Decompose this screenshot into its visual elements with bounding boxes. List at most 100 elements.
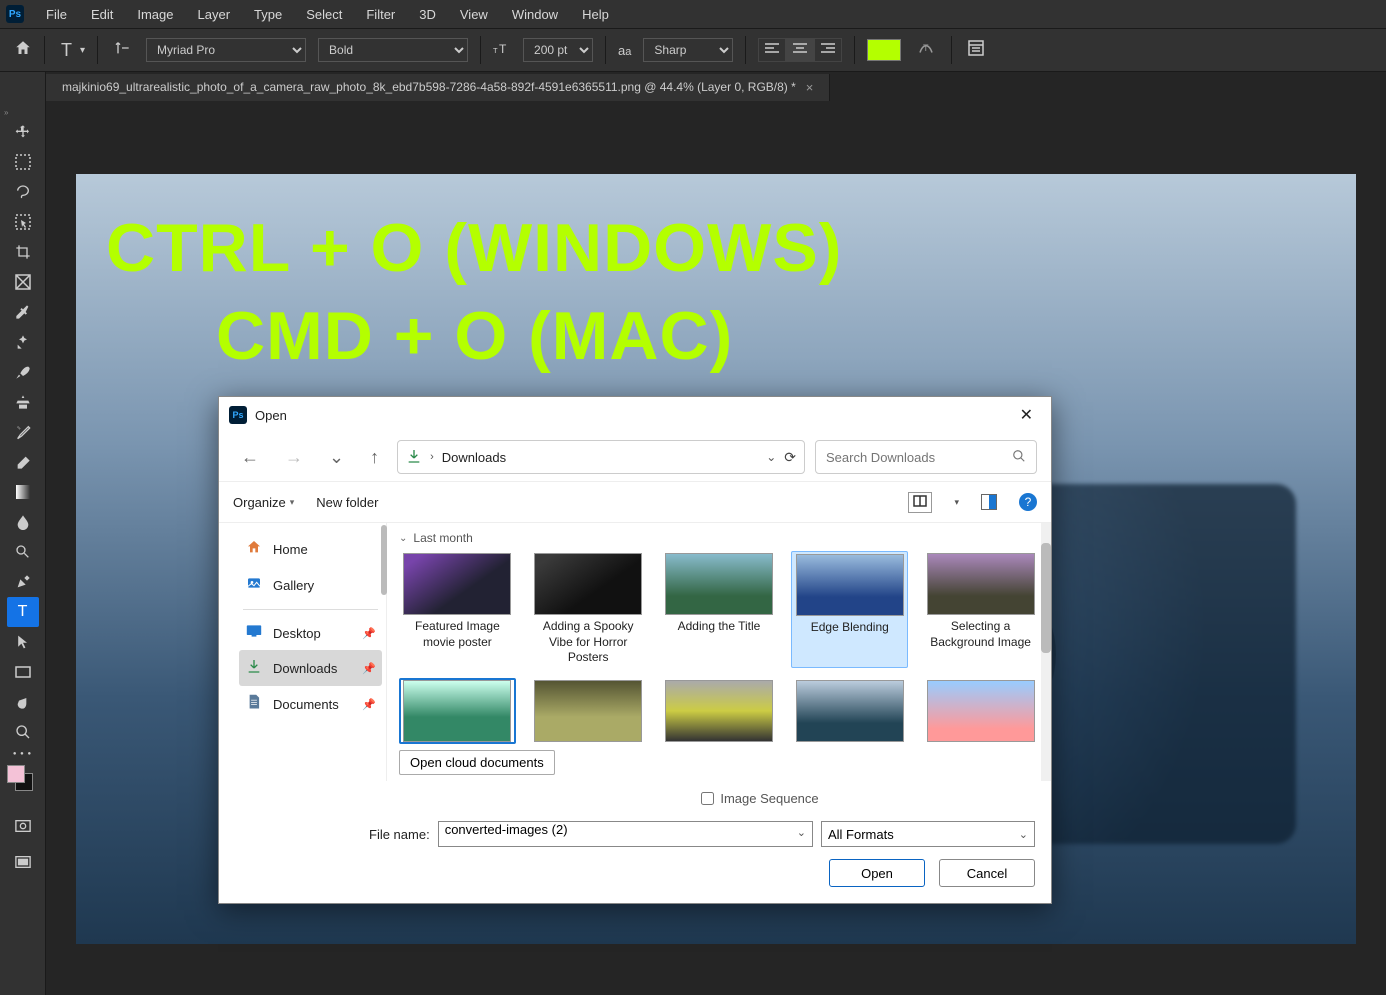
file-item[interactable]: Adding a Spooky Vibe for Horror Posters bbox=[530, 551, 647, 668]
lasso-tool[interactable] bbox=[7, 177, 39, 207]
align-left-button[interactable] bbox=[758, 38, 786, 62]
toolbar-handle-icon[interactable]: » bbox=[4, 108, 8, 117]
pin-icon[interactable]: 📌 bbox=[362, 698, 376, 711]
dialog-close-button[interactable]: ✕ bbox=[1012, 401, 1041, 429]
dialog-titlebar: Ps Open ✕ bbox=[219, 397, 1051, 433]
chevron-down-icon[interactable]: ▾ bbox=[80, 45, 85, 56]
file-item[interactable]: Selecting a Background Image bbox=[922, 551, 1039, 668]
file-item-focused[interactable] bbox=[399, 678, 516, 744]
gradient-tool[interactable] bbox=[7, 477, 39, 507]
preview-pane-button[interactable] bbox=[981, 494, 997, 510]
view-mode-button[interactable] bbox=[908, 492, 932, 513]
file-item[interactable]: Featured Image movie poster bbox=[399, 551, 516, 668]
help-button[interactable]: ? bbox=[1019, 493, 1037, 511]
marquee-tool[interactable] bbox=[7, 147, 39, 177]
breadcrumb-downloads[interactable]: Downloads bbox=[442, 450, 506, 465]
file-item[interactable] bbox=[922, 678, 1039, 744]
close-tab-icon[interactable]: × bbox=[806, 80, 814, 95]
menu-layer[interactable]: Layer bbox=[186, 3, 243, 26]
file-item[interactable]: Adding the Title bbox=[661, 551, 778, 668]
file-item-selected[interactable]: Edge Blending bbox=[791, 551, 908, 668]
menu-view[interactable]: View bbox=[448, 3, 500, 26]
healing-brush-tool[interactable] bbox=[7, 327, 39, 357]
cancel-button[interactable]: Cancel bbox=[939, 859, 1035, 887]
text-color-swatch[interactable] bbox=[867, 39, 901, 61]
search-box[interactable] bbox=[815, 440, 1037, 474]
align-center-button[interactable] bbox=[786, 38, 814, 62]
rectangle-tool[interactable] bbox=[7, 657, 39, 687]
sidebar-item-documents[interactable]: Documents 📌 bbox=[239, 686, 382, 722]
refresh-icon[interactable]: ⟳ bbox=[784, 449, 796, 466]
path-selection-tool[interactable] bbox=[7, 627, 39, 657]
font-size-select[interactable]: 200 pt bbox=[523, 38, 593, 62]
home-icon[interactable] bbox=[14, 39, 32, 62]
font-style-select[interactable]: Bold bbox=[318, 38, 468, 62]
file-formats-select[interactable]: All Formats ⌄ bbox=[821, 821, 1035, 847]
text-tool-icon[interactable]: T bbox=[57, 38, 76, 63]
open-button[interactable]: Open bbox=[829, 859, 925, 887]
up-arrow-icon[interactable]: ↑ bbox=[362, 443, 387, 472]
eyedropper-tool[interactable] bbox=[7, 297, 39, 327]
clone-stamp-tool[interactable] bbox=[7, 387, 39, 417]
chevron-down-icon[interactable]: ⌄ bbox=[797, 826, 806, 839]
menu-filter[interactable]: Filter bbox=[354, 3, 407, 26]
toolbar-more-icon[interactable]: ● ● ● bbox=[13, 751, 32, 757]
sidebar-item-home[interactable]: Home bbox=[239, 531, 382, 567]
open-cloud-documents-button[interactable]: Open cloud documents bbox=[399, 750, 555, 775]
address-dropdown-icon[interactable]: ⌄ bbox=[766, 450, 776, 464]
object-selection-tool[interactable] bbox=[7, 207, 39, 237]
menu-file[interactable]: File bbox=[34, 3, 79, 26]
app-menubar: Ps File Edit Image Layer Type Select Fil… bbox=[0, 0, 1386, 28]
address-bar[interactable]: › Downloads ⌄ ⟳ bbox=[397, 440, 805, 474]
eraser-tool[interactable] bbox=[7, 447, 39, 477]
type-tool[interactable]: T bbox=[7, 597, 39, 627]
forward-arrow-icon[interactable]: → bbox=[277, 443, 311, 472]
menu-select[interactable]: Select bbox=[294, 3, 354, 26]
menu-help[interactable]: Help bbox=[570, 3, 621, 26]
pin-icon[interactable]: 📌 bbox=[362, 662, 376, 675]
new-folder-button[interactable]: New folder bbox=[316, 495, 378, 510]
sidebar-item-gallery[interactable]: Gallery bbox=[239, 567, 382, 603]
warp-text-icon[interactable]: T bbox=[913, 36, 939, 65]
file-item[interactable] bbox=[530, 678, 647, 744]
menu-type[interactable]: Type bbox=[242, 3, 294, 26]
image-sequence-checkbox[interactable] bbox=[701, 792, 714, 805]
menu-window[interactable]: Window bbox=[500, 3, 570, 26]
brush-tool[interactable] bbox=[7, 357, 39, 387]
sidebar-item-downloads[interactable]: Downloads 📌 bbox=[239, 650, 382, 686]
menu-3d[interactable]: 3D bbox=[407, 3, 448, 26]
pen-tool[interactable] bbox=[7, 567, 39, 597]
crop-tool[interactable] bbox=[7, 237, 39, 267]
foreground-color-swatch[interactable] bbox=[7, 765, 25, 783]
view-mode-chevron-icon[interactable]: ▾ bbox=[954, 497, 959, 508]
file-item[interactable] bbox=[661, 678, 778, 744]
search-input[interactable] bbox=[826, 450, 1008, 465]
sidebar-item-desktop[interactable]: Desktop 📌 bbox=[239, 616, 382, 650]
move-tool[interactable] bbox=[7, 117, 39, 147]
file-item[interactable] bbox=[791, 678, 908, 744]
history-brush-tool[interactable] bbox=[7, 417, 39, 447]
quick-mask-icon[interactable] bbox=[7, 811, 39, 841]
back-arrow-icon[interactable]: ← bbox=[233, 443, 267, 472]
file-list-scrollbar-thumb[interactable] bbox=[1041, 543, 1051, 653]
frame-tool[interactable] bbox=[7, 267, 39, 297]
screen-mode-icon[interactable] bbox=[7, 847, 39, 877]
blur-tool[interactable] bbox=[7, 507, 39, 537]
menu-image[interactable]: Image bbox=[125, 3, 185, 26]
character-panel-icon[interactable] bbox=[964, 36, 988, 65]
organize-button[interactable]: Organize bbox=[233, 495, 294, 510]
filename-input[interactable]: converted-images (2) ⌄ bbox=[438, 821, 813, 847]
dodge-tool[interactable] bbox=[7, 537, 39, 567]
font-family-select[interactable]: Myriad Pro bbox=[146, 38, 306, 62]
text-orientation-icon[interactable] bbox=[110, 38, 134, 63]
document-tab[interactable]: majkinio69_ultrarealistic_photo_of_a_cam… bbox=[46, 74, 830, 101]
recent-chevron-icon[interactable]: ⌄ bbox=[321, 443, 352, 472]
zoom-tool[interactable] bbox=[7, 717, 39, 747]
menu-edit[interactable]: Edit bbox=[79, 3, 125, 26]
antialias-select[interactable]: Sharp bbox=[643, 38, 733, 62]
foreground-background-swatches[interactable] bbox=[7, 765, 39, 797]
hand-tool[interactable] bbox=[7, 687, 39, 717]
group-header-last-month[interactable]: ⌄ Last month bbox=[399, 531, 1039, 545]
pin-icon[interactable]: 📌 bbox=[362, 627, 376, 640]
align-right-button[interactable] bbox=[814, 38, 842, 62]
